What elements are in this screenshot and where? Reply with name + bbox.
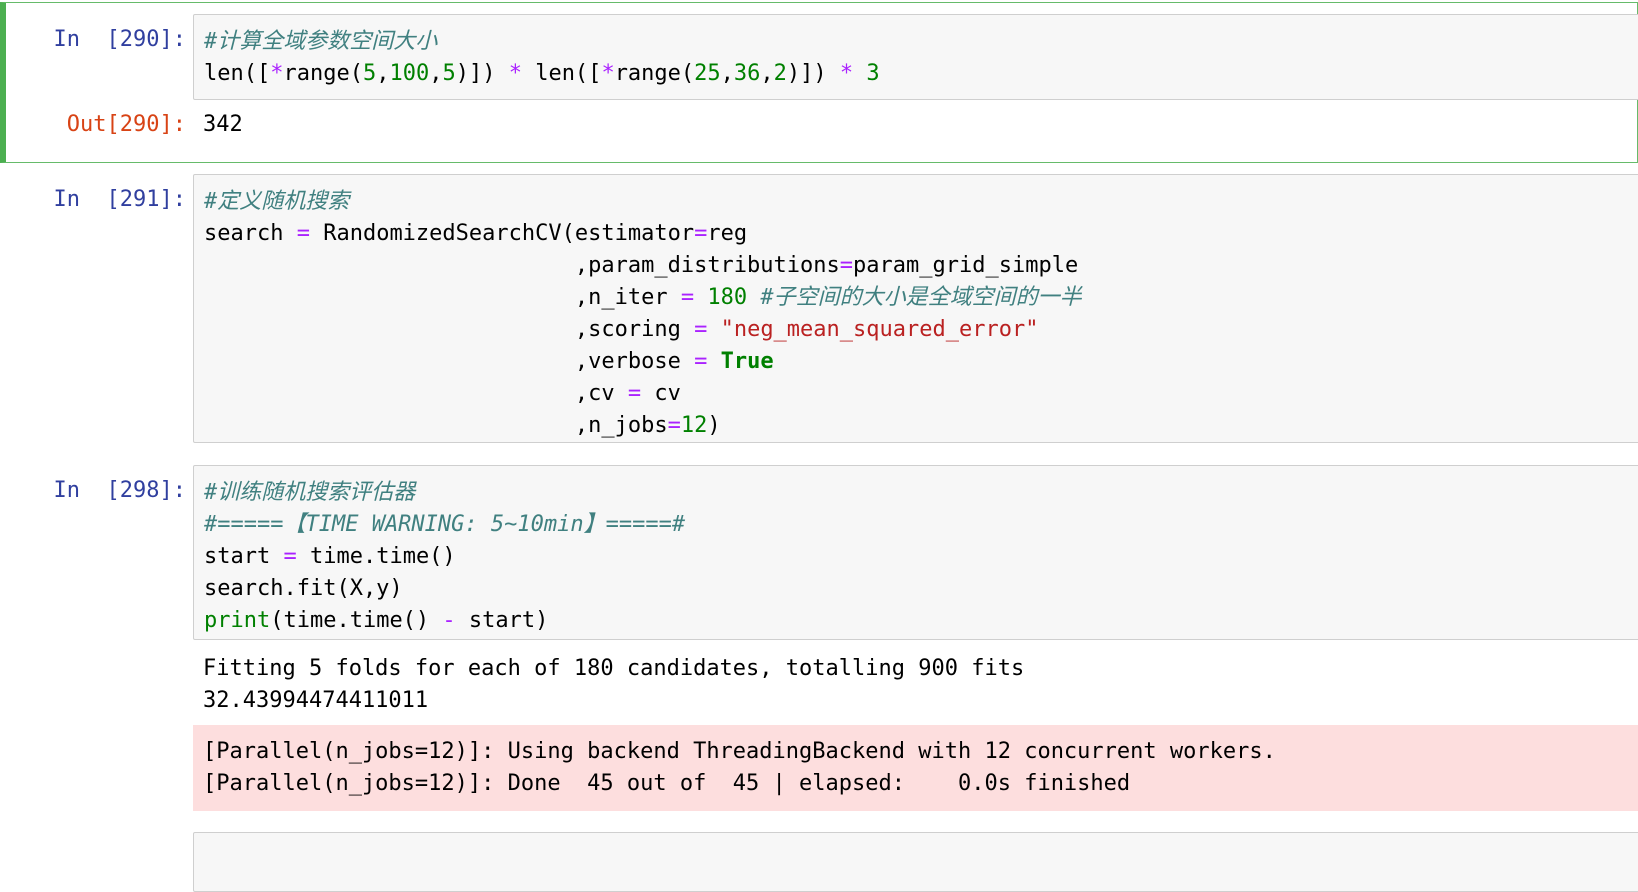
code-editor[interactable]: #计算全域参数空间大小 len([*range(5,100,5)]) * len… [193,14,1638,100]
stderr-output: [Parallel(n_jobs=12)]: Using backend Thr… [193,725,1638,811]
notebook-cell-298[interactable]: In [298]: #训练随机搜索评估器 #=====【TIME WARNING… [0,463,1638,823]
code-line: len([*range(5,100,5)]) * len([*range(25,… [204,61,880,86]
input-prompt: In [298]: [53,478,186,503]
notebook-cell-291[interactable]: In [291]: #定义随机搜索 search = RandomizedSea… [0,172,1638,447]
stdout-output: Fitting 5 folds for each of 180 candidat… [203,656,1025,713]
code-editor[interactable]: #定义随机搜索 search = RandomizedSearchCV(esti… [193,174,1638,443]
input-prompt: In [291]: [53,187,186,212]
output-prompt: Out[290]: [66,112,186,137]
code-editor[interactable] [193,832,1638,892]
execute-result: 342 [203,112,243,137]
code-comment: #计算全域参数空间大小 [204,29,438,54]
notebook-cell-290[interactable]: In [290]: #计算全域参数空间大小 len([*range(5,100,… [0,2,1638,163]
input-prompt: In [290]: [53,27,186,52]
code-editor[interactable]: #训练随机搜索评估器 #=====【TIME WARNING: 5~10min】… [193,465,1638,640]
notebook-cell-next[interactable] [0,832,1638,892]
